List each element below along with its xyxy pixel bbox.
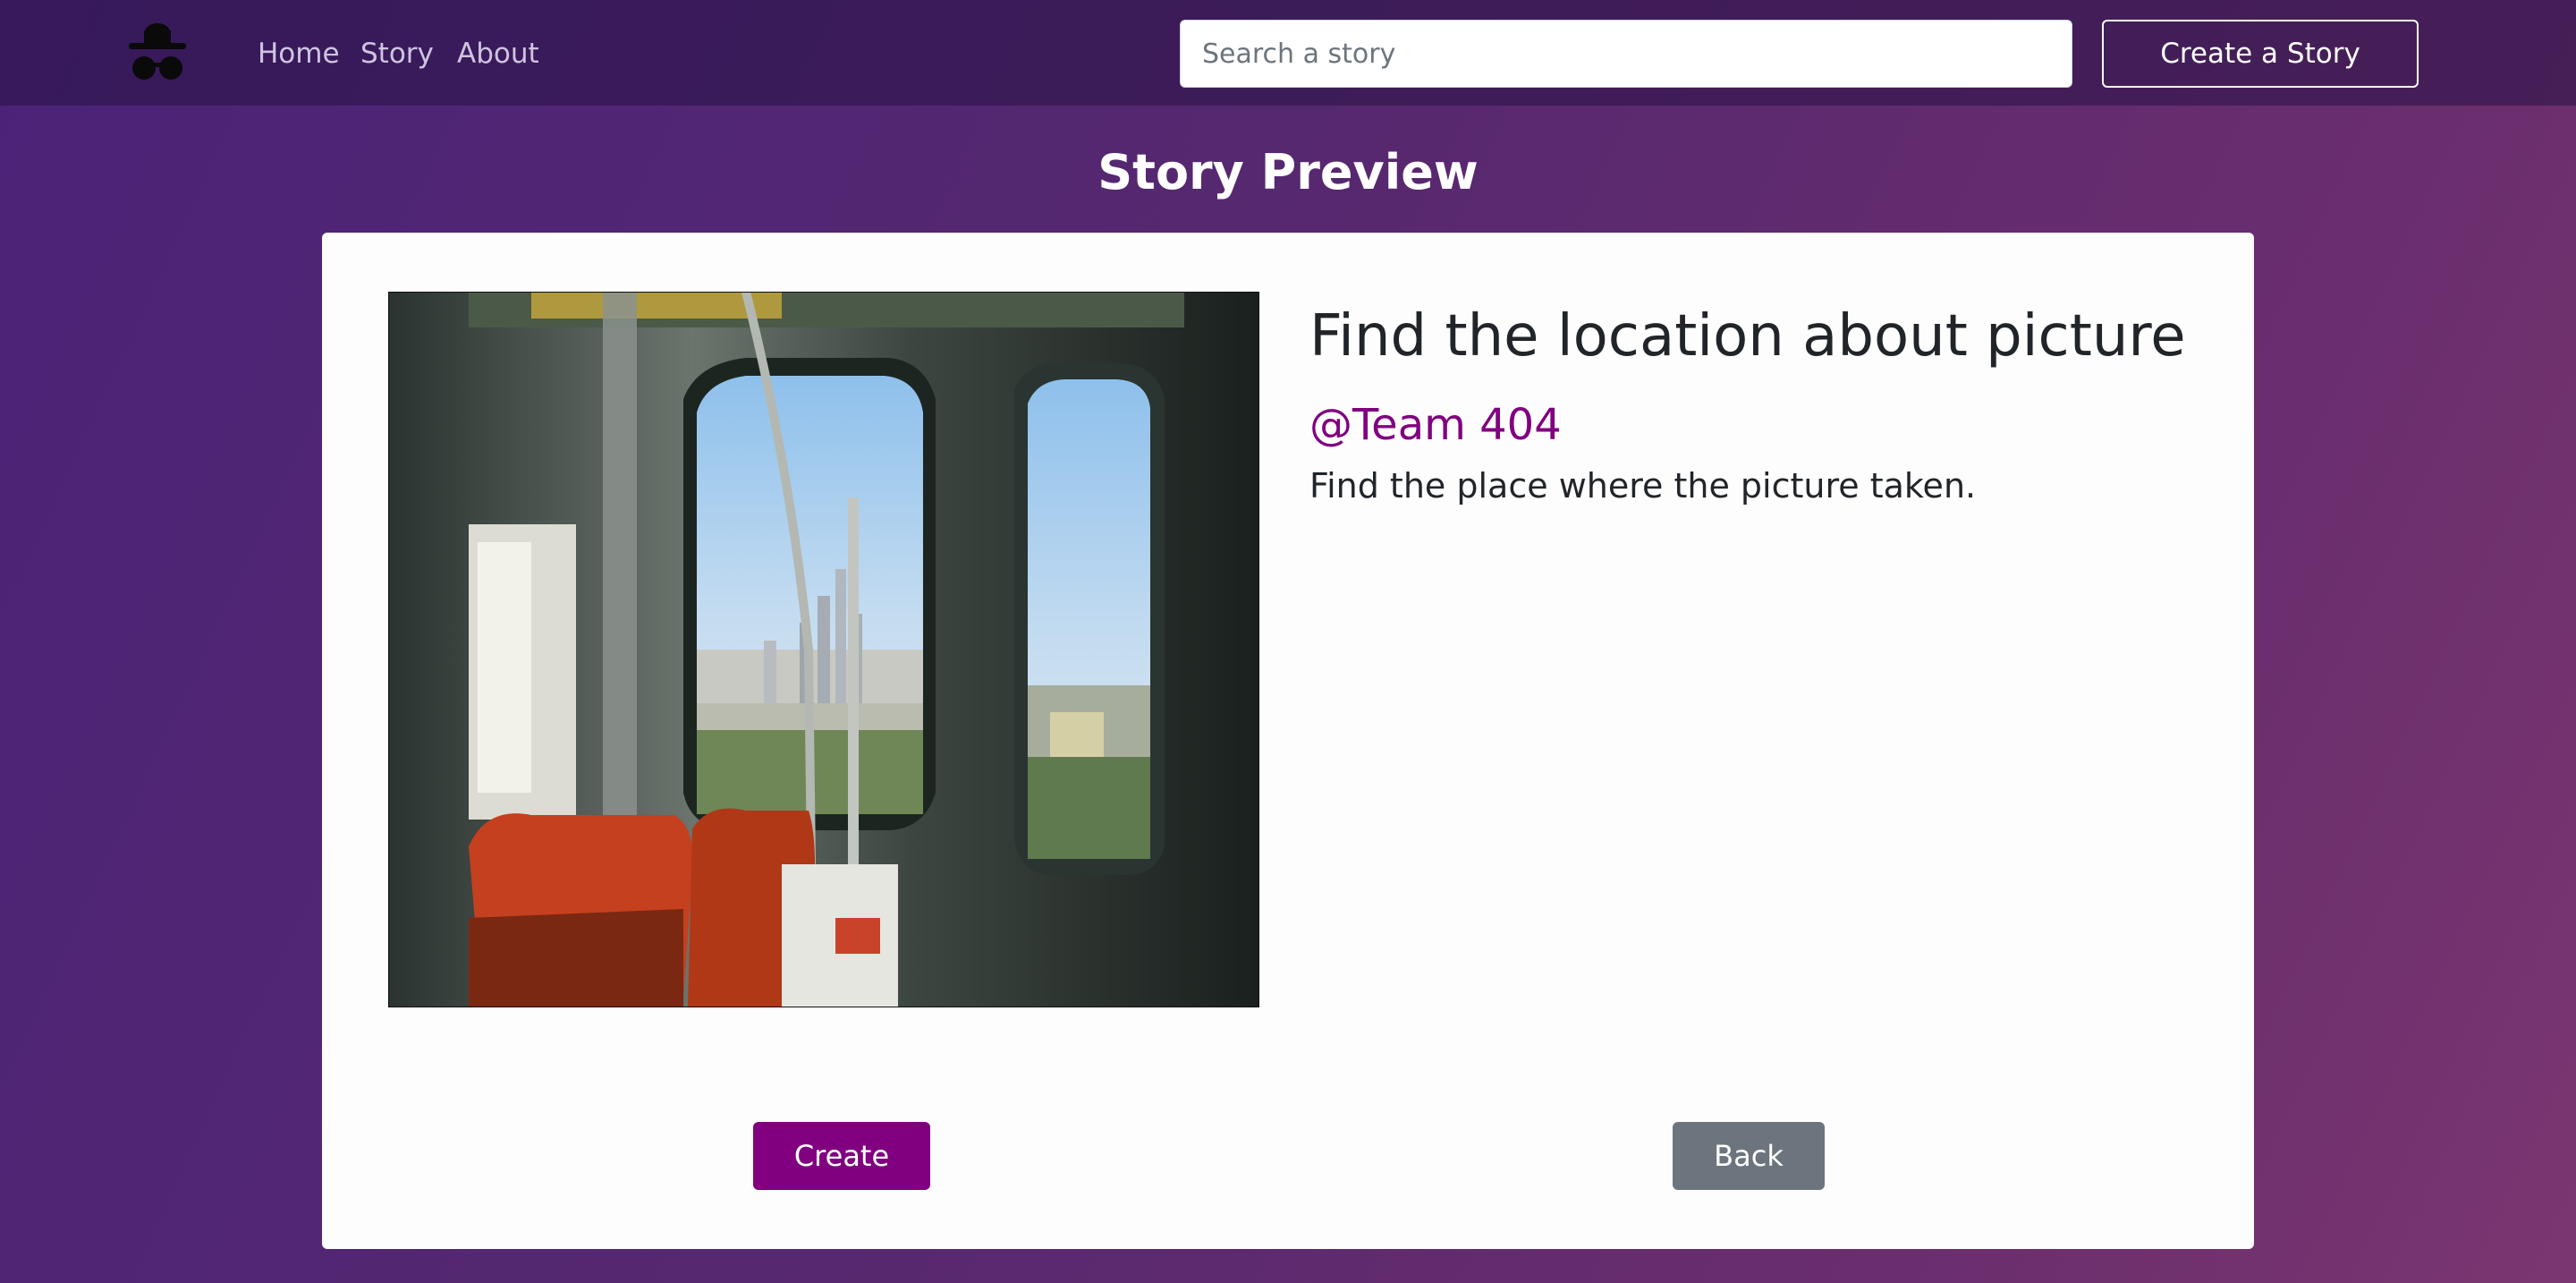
search-input[interactable] [1180,20,2072,88]
create-button[interactable]: Create [753,1122,930,1190]
incognito-logo-icon[interactable] [129,23,186,84]
nav-link-home[interactable]: Home [258,34,340,73]
back-button[interactable]: Back [1673,1122,1825,1190]
story-description: Find the place where the picture taken. [1309,466,1977,506]
nav-link-about[interactable]: About [457,34,539,73]
story-preview-card: Find the location about picture @Team 40… [322,233,2254,1249]
create-story-button[interactable]: Create a Story [2102,20,2419,88]
story-title: Find the location about picture [1309,303,2186,370]
train-interior-photo [388,292,1259,1007]
story-author: @Team 404 [1309,400,1562,450]
navbar: Home Story About Create a Story [0,0,2576,106]
nav-link-story[interactable]: Story [360,34,434,73]
page-title: Story Preview [1097,144,1479,200]
